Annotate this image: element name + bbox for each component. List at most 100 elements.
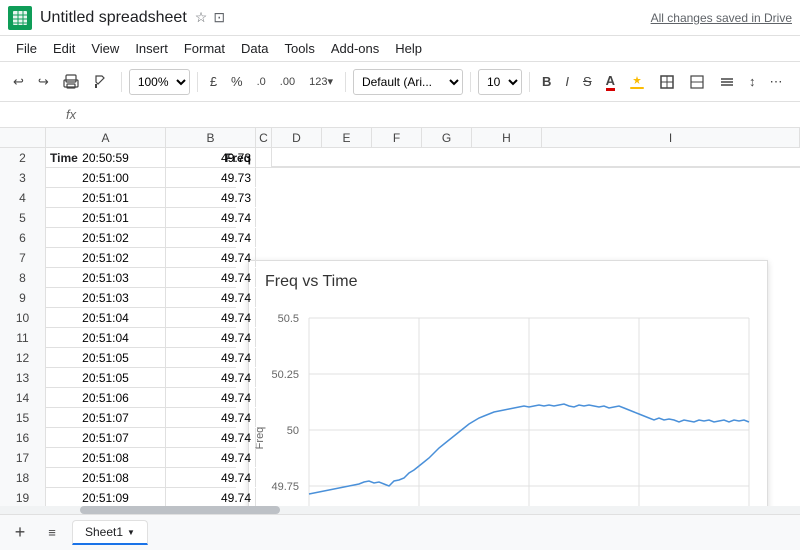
undo-button[interactable]: ↩ [8, 70, 29, 94]
print-button[interactable] [58, 70, 84, 94]
cell-freq[interactable]: 49.74 [166, 488, 256, 507]
italic-button[interactable]: I [560, 70, 574, 93]
cell-freq[interactable]: 49.74 [166, 368, 256, 387]
more-options-button[interactable]: ⋯ [765, 70, 788, 94]
horizontal-scrollbar[interactable] [0, 506, 800, 514]
cell-time[interactable]: 20:51:05 [46, 348, 166, 367]
percent-button[interactable]: % [226, 70, 248, 93]
cell-freq[interactable]: 49.74 [166, 388, 256, 407]
cell-c1[interactable] [256, 148, 272, 167]
cell-freq[interactable]: 49.74 [166, 228, 256, 247]
merge-button[interactable] [684, 70, 710, 94]
cell-freq[interactable]: 49.74 [166, 428, 256, 447]
borders-button[interactable] [654, 70, 680, 94]
row-number: 9 [0, 288, 46, 308]
menu-addons[interactable]: Add-ons [323, 39, 387, 58]
paint-format-button[interactable] [88, 70, 114, 94]
col-header-g[interactable]: G [422, 128, 472, 148]
font-select[interactable]: Default (Ari... Arial Times New Roman [353, 69, 463, 95]
drive-icon[interactable]: ⊡ [213, 9, 225, 26]
cell-freq[interactable]: 49.74 [166, 288, 256, 307]
halign-button[interactable] [714, 70, 740, 94]
strikethrough-button[interactable]: S [578, 70, 597, 93]
cell-freq[interactable]: 49.74 [166, 268, 256, 287]
cell-freq[interactable]: 49.73 [166, 188, 256, 207]
cell-time[interactable]: 20:51:02 [46, 228, 166, 247]
table-row: 720:51:0249.74 [0, 248, 236, 268]
cell-time[interactable]: 20:51:00 [46, 168, 166, 187]
cell-time[interactable]: 20:51:08 [46, 448, 166, 467]
add-sheet-button[interactable]: + [8, 521, 32, 545]
toolbar-separator-1 [121, 72, 122, 92]
font-color-button[interactable]: A [601, 69, 620, 95]
more-formats-button[interactable]: 123▾ [304, 71, 338, 92]
col-header-e[interactable]: E [322, 128, 372, 148]
cell-time[interactable]: 20:51:08 [46, 468, 166, 487]
cell-time[interactable]: 20:51:06 [46, 388, 166, 407]
col-header-a[interactable]: A [46, 128, 166, 148]
cell-freq[interactable]: 49.74 [166, 248, 256, 267]
col-header-h[interactable]: H [472, 128, 542, 148]
chart-area[interactable]: Freq vs Time 50.5 50.25 50 49.75 49.5 20… [248, 260, 768, 518]
menu-edit[interactable]: Edit [45, 39, 83, 58]
cell-time[interactable]: 20:51:01 [46, 188, 166, 207]
menu-file[interactable]: File [8, 39, 45, 58]
cell-time[interactable]: 20:51:03 [46, 268, 166, 287]
zoom-select[interactable]: 100% 75% 50% 125% [129, 69, 190, 95]
cell-freq[interactable]: 49.74 [166, 308, 256, 327]
row-number: 12 [0, 348, 46, 368]
valign-button[interactable]: ↕ [744, 70, 761, 93]
cell-time[interactable]: 20:51:07 [46, 408, 166, 427]
sheet-tab-sheet1[interactable]: Sheet1 ▼ [72, 520, 148, 545]
cell-time[interactable]: 20:51:01 [46, 208, 166, 227]
table-row: 920:51:0349.74 [0, 288, 236, 308]
sheet-list-button[interactable]: ≡ [40, 521, 64, 545]
cell-time[interactable]: 20:51:05 [46, 368, 166, 387]
tab-bar: + ≡ Sheet1 ▼ [0, 514, 800, 550]
scrollbar-thumb[interactable] [80, 506, 280, 514]
row-number: 19 [0, 488, 46, 508]
col-header-f[interactable]: F [372, 128, 422, 148]
cell-time[interactable]: 20:51:03 [46, 288, 166, 307]
sheet-tab-dropdown-icon[interactable]: ▼ [127, 528, 135, 537]
menu-insert[interactable]: Insert [127, 39, 176, 58]
menu-help[interactable]: Help [387, 39, 430, 58]
cell-freq[interactable]: 49.73 [166, 148, 256, 167]
bold-button[interactable]: B [537, 70, 556, 93]
cell-freq[interactable]: 49.73 [166, 168, 256, 187]
cell-time[interactable]: 20:50:59 [46, 148, 166, 167]
cell-freq[interactable]: 49.74 [166, 348, 256, 367]
fontsize-select[interactable]: 10 8 12 14 [478, 69, 522, 95]
cell-freq[interactable]: 49.74 [166, 408, 256, 427]
decimal0-button[interactable]: .0 [252, 72, 271, 92]
svg-text:50: 50 [287, 425, 299, 437]
cell-time[interactable]: 20:51:04 [46, 308, 166, 327]
decimal00-button[interactable]: .00 [275, 72, 300, 92]
menu-format[interactable]: Format [176, 39, 233, 58]
cell-freq[interactable]: 49.74 [166, 328, 256, 347]
menu-tools[interactable]: Tools [276, 39, 322, 58]
col-header-d[interactable]: D [272, 128, 322, 148]
row-number: 4 [0, 188, 46, 208]
menu-data[interactable]: Data [233, 39, 276, 58]
cell-time[interactable]: 20:51:09 [46, 488, 166, 507]
menu-view[interactable]: View [83, 39, 127, 58]
document-title[interactable]: Untitled spreadsheet [40, 9, 187, 27]
redo-button[interactable]: ↪ [33, 70, 54, 94]
cell-time[interactable]: 20:51:07 [46, 428, 166, 447]
table-row: 1020:51:0449.74 [0, 308, 236, 328]
star-icon[interactable]: ☆ [195, 9, 208, 26]
table-row: 1920:51:0949.74 [0, 488, 236, 508]
col-header-b[interactable]: B [166, 128, 256, 148]
cell-time[interactable]: 20:51:04 [46, 328, 166, 347]
currency-button[interactable]: £ [205, 70, 222, 93]
col-header-c[interactable]: C [256, 128, 272, 148]
formula-input[interactable] [84, 107, 792, 122]
col-header-i[interactable]: I [542, 128, 800, 148]
cell-freq[interactable]: 49.74 [166, 468, 256, 487]
cell-freq[interactable]: 49.74 [166, 208, 256, 227]
cell-freq[interactable]: 49.74 [166, 448, 256, 467]
cell-time[interactable]: 20:51:02 [46, 248, 166, 267]
cell-rest-1[interactable] [272, 148, 800, 167]
fill-color-button[interactable] [624, 70, 650, 94]
